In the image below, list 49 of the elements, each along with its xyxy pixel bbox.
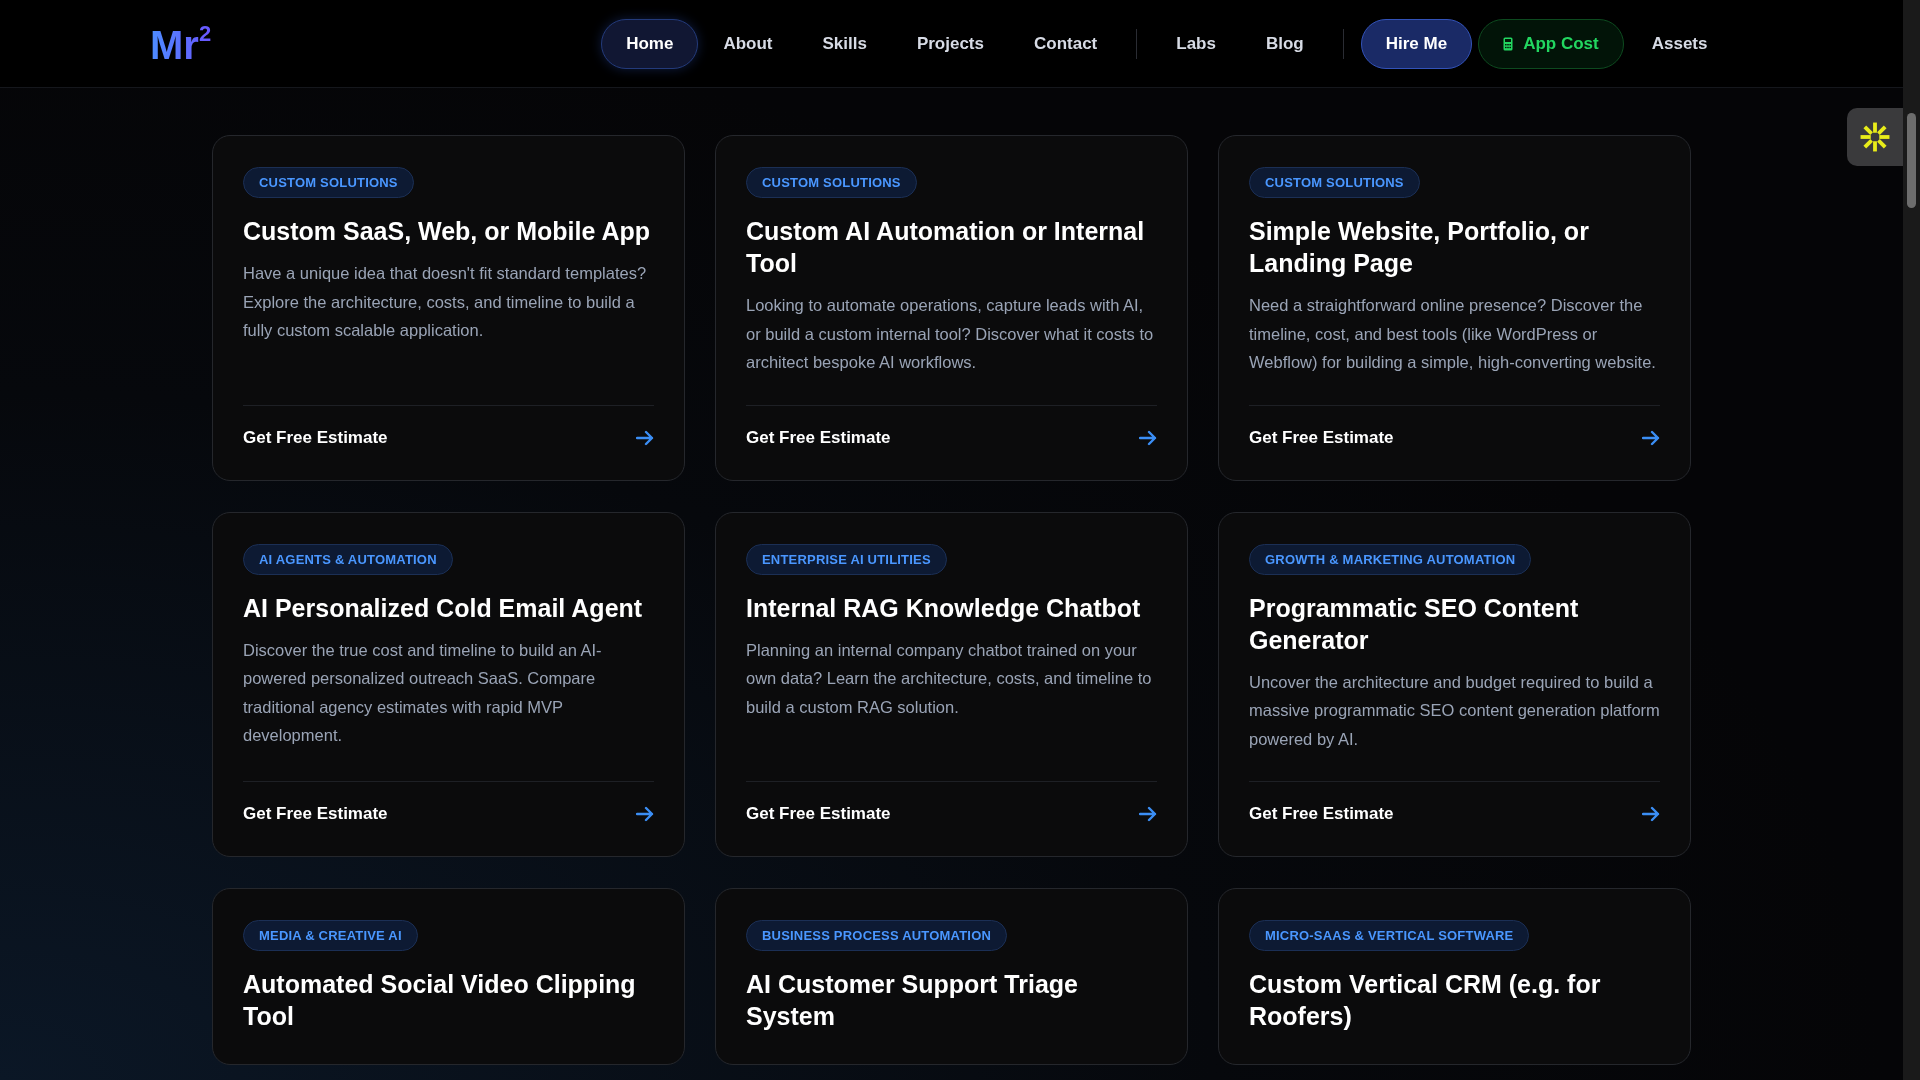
category-tag: ENTERPRISE AI UTILITIES — [746, 543, 947, 575]
card-description: Uncover the architecture and budget required to build a massive programmatic SEO content generation platform powered by AI. — [1249, 671, 1660, 750]
card-description: Need a straightforward online presence? Discover the timeline, cost, and best tools (like WordPress or Webflow) for building a simple, high-converting website. — [1249, 295, 1657, 373]
card-description: Planning an internal company chatbot trained on your own data? Learn the architecture, costs, and timeline to build a custom RAG solution. — [746, 639, 1153, 718]
arrow-right-icon[interactable] — [636, 429, 654, 446]
category-tag: GROWTH & MARKETING AUTOMATION — [1249, 543, 1532, 575]
card-description: Looking to automate operations, capture leads with AI, or build a custom internal tool? Discover what it costs to architect bespoke AI workflows. — [746, 295, 1155, 373]
nav-link[interactable]: Assets — [1626, 18, 1733, 69]
card-title: AI Customer Support Triage System — [746, 969, 1079, 1032]
estimate-link[interactable]: Get Free Estimate — [746, 427, 891, 448]
arrow-right-icon[interactable] — [1139, 806, 1157, 822]
nav-link[interactable]: Blog — [1240, 18, 1329, 69]
hire-me-button[interactable]: Hire Me — [1360, 18, 1473, 69]
estimate-link[interactable]: Get Free Estimate — [1249, 804, 1394, 824]
card-description: Have a unique idea that doesn't fit standard templates? Explore the architecture, costs, and timeline to build a fully custom scalable application. — [243, 263, 648, 341]
arrow-right-icon[interactable] — [1642, 429, 1660, 446]
estimate-link[interactable]: Get Free Estimate — [1249, 427, 1394, 448]
category-tag: MEDIA & CREATIVE AI — [243, 920, 418, 951]
category-tag: MICRO-SAAS & VERTICAL SOFTWARE — [1249, 920, 1530, 951]
card-title: Internal RAG Knowledge Chatbot — [746, 592, 1141, 624]
nav-link[interactable]: Projects — [891, 18, 1009, 69]
category-tag: AI AGENTS & AUTOMATION — [243, 543, 453, 575]
app-cost-button[interactable]: App Cost — [1478, 18, 1624, 69]
card-title: Custom SaaS, Web, or Mobile App — [243, 216, 650, 247]
card-title: Simple Website, Portfolio, or Landing Page — [1249, 216, 1590, 279]
nav-link[interactable]: Skills — [797, 18, 892, 69]
card-title: Automated Social Video Clipping Tool — [243, 969, 637, 1032]
arrow-right-icon[interactable] — [1139, 429, 1157, 446]
estimate-link[interactable]: Get Free Estimate — [243, 427, 388, 448]
nav-link[interactable]: Home — [601, 18, 699, 69]
category-tag: CUSTOM SOLUTIONS — [243, 167, 414, 198]
card-title: Custom AI Automation or Internal Tool — [746, 216, 1146, 279]
card-title: Custom Vertical CRM (e.g. for Roofers) — [1249, 969, 1602, 1032]
estimate-link[interactable]: Get Free Estimate — [243, 804, 388, 824]
nav-link[interactable]: Labs — [1151, 18, 1241, 69]
category-tag: BUSINESS PROCESS AUTOMATION — [746, 920, 1008, 951]
arrow-right-icon[interactable] — [636, 806, 654, 822]
category-tag: CUSTOM SOLUTIONS — [746, 167, 917, 198]
arrow-right-icon[interactable] — [1642, 806, 1660, 822]
scrollbar[interactable] — [1903, 0, 1920, 1080]
calculator-icon — [1503, 36, 1514, 51]
category-tag: CUSTOM SOLUTIONS — [1249, 167, 1420, 198]
card-description: Discover the true cost and timeline to build an AI-powered personalized outreach SaaS. Compare traditional agency estimates with rapid MVP development. — [243, 639, 603, 746]
nav-link[interactable]: About — [698, 18, 798, 69]
nav-link[interactable]: Contact — [1009, 18, 1123, 69]
estimate-link[interactable]: Get Free Estimate — [746, 804, 891, 824]
card-title: Programmatic SEO Content Generator — [1249, 592, 1580, 656]
card-title: AI Personalized Cold Email Agent — [243, 592, 643, 624]
asterisk-icon[interactable] — [1847, 108, 1903, 166]
